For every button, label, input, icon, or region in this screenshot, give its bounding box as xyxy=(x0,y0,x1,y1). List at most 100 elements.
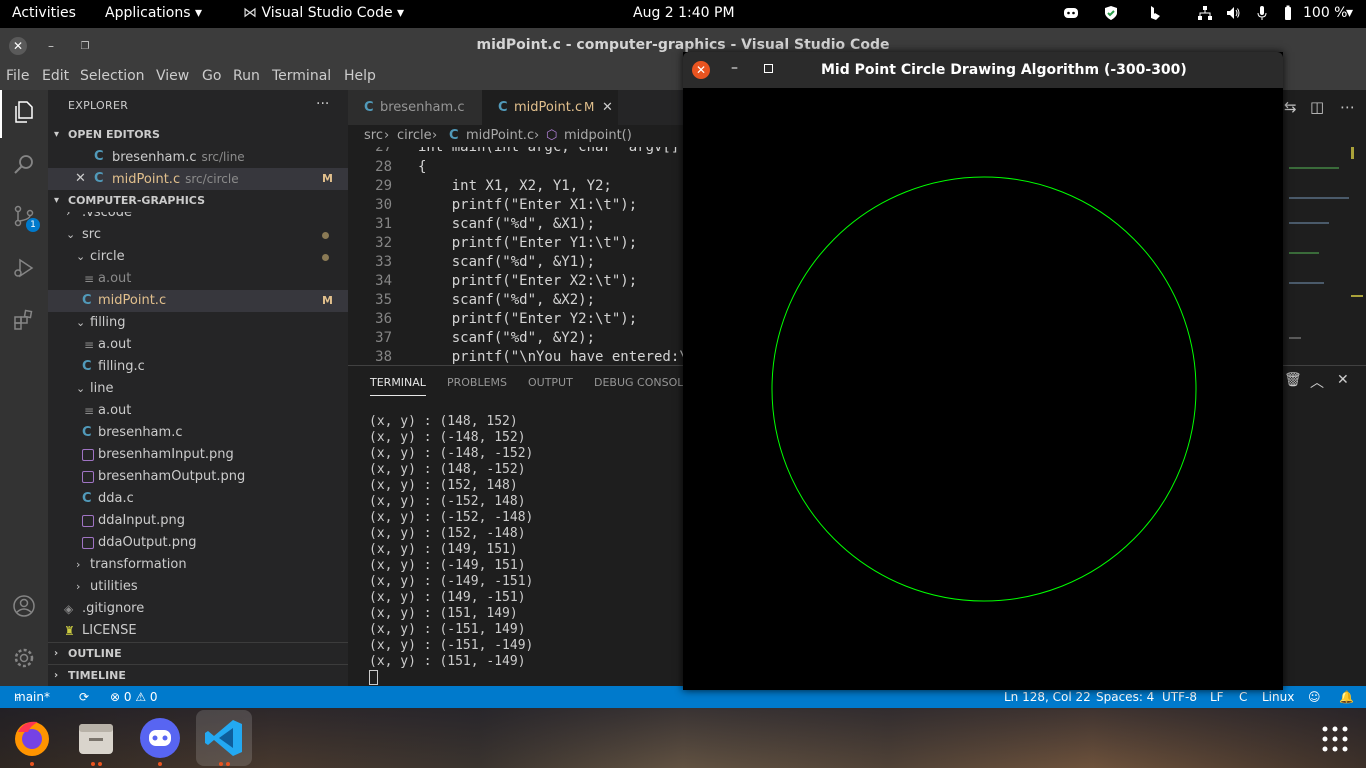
microphone-icon[interactable] xyxy=(1254,5,1270,21)
chevron-right-icon: › xyxy=(76,558,81,571)
open-editors-header[interactable]: ▾ OPEN EDITORS xyxy=(48,124,348,146)
explorer-icon[interactable] xyxy=(12,100,36,124)
tree-file[interactable]: Cdda.c xyxy=(48,488,348,510)
outline-header[interactable]: › OUTLINE xyxy=(48,642,348,664)
problems-status[interactable]: ⊗ 0 ⚠ 0 xyxy=(110,686,158,708)
minimize-button[interactable]: – xyxy=(731,60,738,76)
menu-run[interactable]: Run xyxy=(233,68,260,84)
breadcrumb-item[interactable]: src xyxy=(364,125,383,147)
tree-folder[interactable]: ⌄ src xyxy=(48,224,348,246)
close-icon[interactable]: ✕ xyxy=(75,168,86,190)
breadcrumb-item[interactable]: circle xyxy=(397,125,432,147)
close-button[interactable]: ✕ xyxy=(692,61,710,79)
desktop: Activities Applications ▾ ⋈ Visual Studi… xyxy=(0,0,1366,768)
tab-midpoint[interactable]: CmidPoint.c M ✕ xyxy=(482,90,618,125)
graphics-window[interactable]: ✕ – Mid Point Circle Drawing Algorithm (… xyxy=(683,52,1283,690)
code-line: 27 int main(int argc, char *argv[] xyxy=(375,147,680,155)
clock[interactable]: Aug 2 1:40 PM xyxy=(633,5,735,21)
applications-menu[interactable]: Applications ▾ xyxy=(105,5,202,21)
close-panel-icon[interactable]: ✕ xyxy=(1337,372,1349,388)
maximize-panel-icon[interactable]: ︿ xyxy=(1310,372,1324,392)
breadcrumb-item[interactable]: midPoint.c xyxy=(466,125,534,147)
show-applications-grid-icon[interactable] xyxy=(1322,726,1348,752)
feedback-icon[interactable]: ☺ xyxy=(1308,686,1321,708)
menu-help[interactable]: Help xyxy=(344,68,376,84)
discord-tray-icon[interactable] xyxy=(1063,5,1079,21)
tree-file[interactable]: Cbresenham.c xyxy=(48,422,348,444)
tree-file[interactable]: ≡ a.out xyxy=(48,400,348,422)
accounts-icon[interactable] xyxy=(12,594,36,618)
minimap[interactable] xyxy=(1283,147,1366,365)
tab-problems[interactable]: PROBLEMS xyxy=(447,376,507,389)
menu-terminal[interactable]: Terminal xyxy=(272,68,331,84)
chevron-down-icon: ⌄ xyxy=(66,228,76,241)
tree-file[interactable]: Cfilling.c xyxy=(48,356,348,378)
tree-file[interactable]: ddaInput.png xyxy=(48,510,348,532)
volume-icon[interactable] xyxy=(1225,5,1241,21)
image-file-icon xyxy=(82,471,94,483)
open-editor-item[interactable]: C bresenham.c src/line xyxy=(48,146,348,168)
activity-bar: 1 xyxy=(0,90,48,686)
breadcrumb-item[interactable]: midpoint() xyxy=(564,125,632,147)
tab-bresenham[interactable]: Cbresenham.c xyxy=(348,90,482,125)
menu-edit[interactable]: Edit xyxy=(42,68,69,84)
terminal-output[interactable]: (x, y) : (148, 152) (x, y) : (-148, 152)… xyxy=(369,414,533,670)
graphics-window-titlebar[interactable]: ✕ – Mid Point Circle Drawing Algorithm (… xyxy=(683,52,1283,88)
tab-terminal[interactable]: TERMINAL xyxy=(370,376,426,396)
menu-file[interactable]: File xyxy=(6,68,29,84)
network-icon[interactable] xyxy=(1197,5,1213,21)
files-icon[interactable] xyxy=(74,716,118,760)
settings-gear-icon[interactable] xyxy=(12,646,36,670)
battery-icon[interactable] xyxy=(1280,5,1296,21)
firefox-icon[interactable] xyxy=(10,716,54,760)
file-tree: › .vscode ⌄ src ⌄ circle ≡ a.out CmidPoint.c… xyxy=(48,212,348,652)
focused-app-menu[interactable]: ⋈ Visual Studio Code ▾ xyxy=(243,5,404,21)
maximize-button[interactable] xyxy=(764,64,773,73)
compare-changes-icon[interactable]: ⇆ xyxy=(1284,98,1297,116)
tree-folder[interactable]: › .vscode xyxy=(48,212,348,224)
code-editor[interactable]: 27 int main(int argc, char *argv[] 28{ 29… xyxy=(348,147,683,365)
bing-tray-icon[interactable] xyxy=(1147,5,1163,21)
code-line: 31 scanf("%d", &X1); xyxy=(375,216,596,232)
tree-file[interactable]: ◈ .gitignore xyxy=(48,598,348,620)
activities-button[interactable]: Activities xyxy=(12,5,76,21)
editor-tabs: Cbresenham.c CmidPoint.c M ✕ xyxy=(348,90,683,125)
discord-icon[interactable] xyxy=(138,716,182,760)
tree-file[interactable]: ♜ LICENSE xyxy=(48,620,348,642)
chevron-right-icon: › xyxy=(384,128,390,143)
vscode-icon[interactable] xyxy=(202,716,246,760)
menu-selection[interactable]: Selection xyxy=(80,68,145,84)
tab-debug-console[interactable]: DEBUG CONSOLE xyxy=(594,376,690,389)
split-editor-icon[interactable]: ◫ xyxy=(1310,98,1324,116)
explorer-more-button[interactable]: ··· xyxy=(316,96,329,112)
run-debug-icon[interactable] xyxy=(12,256,36,280)
tree-folder[interactable]: ⌄ circle xyxy=(48,246,348,268)
tree-folder[interactable]: ⌄ line xyxy=(48,378,348,400)
chevron-down-icon: ▾ xyxy=(54,195,60,206)
tree-folder[interactable]: › utilities xyxy=(48,576,348,598)
workspace-header[interactable]: ▾ COMPUTER-GRAPHICS xyxy=(48,190,348,212)
menu-go[interactable]: Go xyxy=(202,68,221,84)
tree-folder[interactable]: ⌄ filling xyxy=(48,312,348,334)
trash-icon[interactable]: 🗑 xyxy=(1284,372,1302,388)
notifications-bell-icon[interactable]: 🔔 xyxy=(1339,686,1354,708)
open-editor-item[interactable]: ✕ C midPoint.c src/circle M xyxy=(48,168,348,190)
search-icon[interactable] xyxy=(12,152,36,176)
tree-file[interactable]: bresenhamInput.png xyxy=(48,444,348,466)
close-icon[interactable]: ✕ xyxy=(602,90,613,125)
sync-icon[interactable]: ⟳ xyxy=(79,686,89,708)
extensions-icon[interactable] xyxy=(12,308,36,332)
minimap-line xyxy=(1289,282,1324,284)
tree-file[interactable]: ddaOutput.png xyxy=(48,532,348,554)
tree-folder[interactable]: › transformation xyxy=(48,554,348,576)
tree-file[interactable]: ≡ a.out xyxy=(48,334,348,356)
tree-file[interactable]: ≡ a.out xyxy=(48,268,348,290)
timeline-header[interactable]: › TIMELINE xyxy=(48,664,348,686)
shield-tray-icon[interactable] xyxy=(1103,5,1119,21)
system-menu-caret-icon[interactable]: ▾ xyxy=(1346,5,1353,21)
tree-file[interactable]: CmidPoint.c M xyxy=(48,290,348,312)
tree-file[interactable]: bresenhamOutput.png xyxy=(48,466,348,488)
tab-output[interactable]: OUTPUT xyxy=(528,376,573,389)
more-actions-icon[interactable]: ⋯ xyxy=(1340,98,1355,116)
menu-view[interactable]: View xyxy=(156,68,189,84)
